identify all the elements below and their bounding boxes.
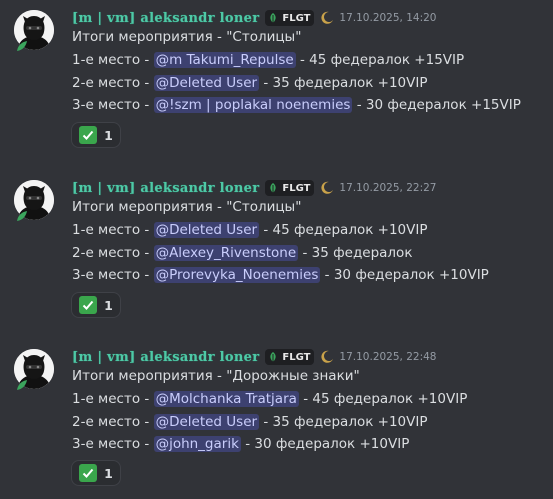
user-mention[interactable]: @john_garik bbox=[153, 436, 241, 452]
leaf-icon bbox=[270, 183, 276, 193]
user-mention[interactable]: @m Takumi_Repulse bbox=[153, 52, 296, 68]
reward-text: - 45 федералок +10VIP bbox=[259, 222, 428, 238]
place-label: 3-е место - bbox=[72, 436, 154, 452]
place-line: 1-е место - @m Takumi_Repulse - 45 федер… bbox=[72, 52, 464, 68]
timestamp[interactable]: 17.10.2025, 22:48 bbox=[339, 351, 436, 363]
clan-tag-label: FLGT bbox=[282, 182, 311, 194]
clan-tag[interactable]: FLGT bbox=[265, 349, 315, 365]
place-line: 2-е место - @Deleted User - 35 федералок… bbox=[72, 414, 428, 430]
reward-text: - 30 федералок +10VIP bbox=[320, 267, 489, 283]
check-mark-icon bbox=[79, 296, 98, 314]
place-line: 3-е место - @!szm | poplakal noenemies -… bbox=[72, 97, 521, 113]
message: [m | vm] aleksandr loner FLGT 17.10.2025… bbox=[0, 339, 553, 499]
user-mention[interactable]: @Deleted User bbox=[153, 75, 260, 91]
message-title: Итоги мероприятия - "Столицы" bbox=[72, 199, 302, 215]
check-mark-icon bbox=[79, 464, 98, 482]
moon-icon bbox=[321, 11, 334, 24]
reaction-button[interactable]: 1 bbox=[71, 122, 121, 148]
leaf-badge-icon bbox=[17, 211, 27, 221]
user-mention[interactable]: @Molchanka Tratjara bbox=[153, 391, 299, 407]
user-mention[interactable]: @Alexey_Rivenstone bbox=[153, 245, 299, 261]
message: [m | vm] aleksandr loner FLGT 17.10.2025… bbox=[0, 0, 553, 160]
message-header: [m | vm] aleksandr loner FLGT 17.10.2025… bbox=[72, 9, 436, 27]
reward-text: - 35 федералок bbox=[298, 245, 413, 261]
leaf-badge-icon bbox=[17, 41, 27, 51]
username[interactable]: [m | vm] aleksandr loner bbox=[72, 181, 259, 196]
username[interactable]: [m | vm] aleksandr loner bbox=[72, 350, 259, 365]
moon-icon bbox=[321, 181, 334, 194]
reaction-button[interactable]: 1 bbox=[71, 292, 121, 318]
clan-tag[interactable]: FLGT bbox=[265, 10, 315, 26]
message-title: Итоги мероприятия - "Столицы" bbox=[72, 29, 302, 45]
reward-text: - 30 федералок +10VIP bbox=[240, 436, 410, 452]
place-line: 3-е место - @Prorevyka_Noenemies - 30 фе… bbox=[72, 267, 489, 283]
place-line: 1-е место - @Deleted User - 45 федералок… bbox=[72, 222, 428, 238]
reaction-count: 1 bbox=[104, 465, 113, 481]
reaction-button[interactable]: 1 bbox=[71, 460, 121, 486]
user-mention[interactable]: @Deleted User bbox=[153, 414, 260, 430]
place-label: 2-е место - bbox=[72, 75, 154, 91]
leaf-icon bbox=[270, 13, 276, 23]
clan-tag-label: FLGT bbox=[282, 12, 311, 24]
reaction-count: 1 bbox=[104, 297, 113, 313]
reward-text: - 45 федералок +10VIP bbox=[298, 391, 468, 407]
message-title: Итоги мероприятия - "Дорожные знаки" bbox=[72, 368, 360, 384]
reaction-count: 1 bbox=[104, 127, 113, 143]
user-mention[interactable]: @Prorevyka_Noenemies bbox=[153, 267, 321, 283]
reward-text: - 35 федералок +10VIP bbox=[259, 75, 428, 91]
check-mark-icon bbox=[79, 126, 98, 144]
reward-text: - 45 федералок +15VIP bbox=[295, 52, 465, 68]
leaf-icon bbox=[270, 352, 276, 362]
user-mention[interactable]: @!szm | poplakal noenemies bbox=[153, 97, 353, 113]
place-label: 3-е место - bbox=[72, 267, 154, 283]
timestamp[interactable]: 17.10.2025, 14:20 bbox=[339, 12, 436, 24]
moon-icon bbox=[321, 350, 334, 363]
leaf-badge-icon bbox=[17, 380, 27, 390]
place-label: 2-е место - bbox=[72, 414, 154, 430]
reward-text: - 30 федералок +15VIP bbox=[352, 97, 521, 113]
place-label: 1-е место - bbox=[72, 52, 154, 68]
user-mention[interactable]: @Deleted User bbox=[153, 222, 260, 238]
message: [m | vm] aleksandr loner FLGT 17.10.2025… bbox=[0, 170, 553, 330]
place-line: 3-е место - @john_garik - 30 федералок +… bbox=[72, 436, 409, 452]
place-label: 1-е место - bbox=[72, 391, 154, 407]
place-line: 2-е место - @Deleted User - 35 федералок… bbox=[72, 75, 428, 91]
place-line: 2-е место - @Alexey_Rivenstone - 35 феде… bbox=[72, 245, 412, 261]
clan-tag[interactable]: FLGT bbox=[265, 180, 315, 196]
message-header: [m | vm] aleksandr loner FLGT 17.10.2025… bbox=[72, 179, 436, 197]
place-label: 1-е место - bbox=[72, 222, 154, 238]
place-label: 3-е место - bbox=[72, 97, 154, 113]
place-line: 1-е место - @Molchanka Tratjara - 45 фед… bbox=[72, 391, 467, 407]
message-header: [m | vm] aleksandr loner FLGT 17.10.2025… bbox=[72, 348, 436, 366]
username[interactable]: [m | vm] aleksandr loner bbox=[72, 11, 259, 26]
place-label: 2-е место - bbox=[72, 245, 154, 261]
timestamp[interactable]: 17.10.2025, 22:27 bbox=[339, 182, 436, 194]
reward-text: - 35 федералок +10VIP bbox=[259, 414, 428, 430]
clan-tag-label: FLGT bbox=[282, 351, 311, 363]
